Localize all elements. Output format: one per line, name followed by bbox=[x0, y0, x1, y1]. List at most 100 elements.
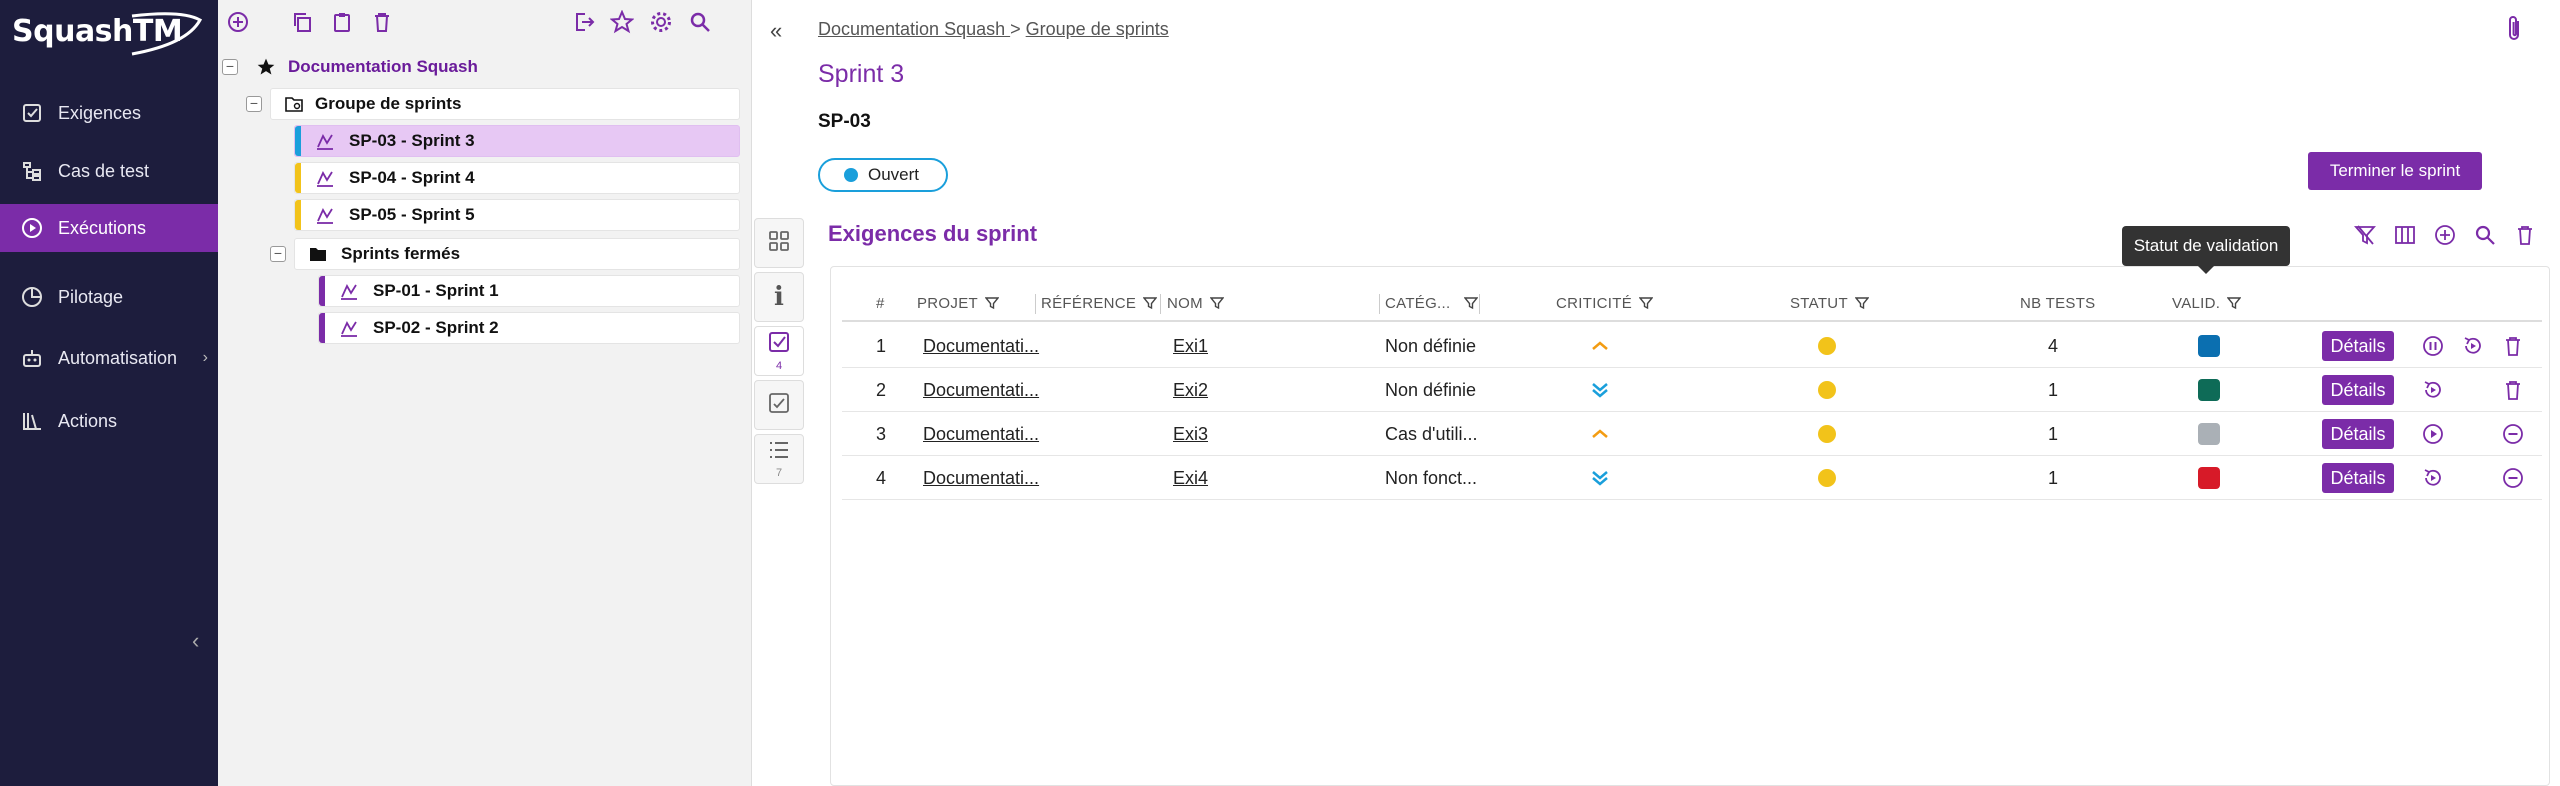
column-header-nb-tests[interactable]: NB TESTS bbox=[2020, 286, 2095, 320]
project-link[interactable]: Documentati... bbox=[923, 368, 1039, 412]
clear-filters-icon[interactable] bbox=[2352, 222, 2378, 248]
tree-folder-closed-sprints[interactable]: Sprints fermés bbox=[294, 238, 740, 270]
requirement-name-link[interactable]: Exi3 bbox=[1173, 412, 1208, 456]
column-separator[interactable] bbox=[1160, 294, 1161, 314]
column-header-project[interactable]: PROJET bbox=[917, 286, 999, 320]
attachment-icon[interactable] bbox=[2502, 14, 2526, 49]
copy-icon[interactable] bbox=[288, 8, 316, 36]
play-icon[interactable] bbox=[2422, 423, 2444, 445]
table-row[interactable]: 4 Documentati... Exi4 Non fonct... 1 Dét… bbox=[842, 456, 2542, 500]
requirement-name-link[interactable]: Exi4 bbox=[1173, 456, 1208, 500]
details-button[interactable]: Détails bbox=[2322, 419, 2394, 449]
sprint-status-badge[interactable]: Ouvert bbox=[818, 158, 948, 192]
filter-icon[interactable] bbox=[2227, 296, 2242, 310]
column-header-name[interactable]: NOM bbox=[1167, 286, 1224, 320]
criticality-minor-icon bbox=[1590, 456, 1610, 500]
nav-item-cas-de-test[interactable]: Cas de test bbox=[0, 147, 218, 195]
delete-icon[interactable] bbox=[2502, 335, 2524, 357]
column-separator[interactable] bbox=[1379, 294, 1380, 314]
project-link[interactable]: Documentati... bbox=[923, 412, 1039, 456]
details-button[interactable]: Détails bbox=[2322, 463, 2394, 493]
breadcrumb: Documentation Squash > Groupe de sprints bbox=[818, 19, 1169, 40]
collapse-toggle[interactable]: − bbox=[222, 59, 238, 75]
column-header-num[interactable]: # bbox=[876, 286, 885, 320]
filter-icon[interactable] bbox=[984, 296, 999, 310]
search-icon[interactable] bbox=[2472, 222, 2498, 248]
star-icon[interactable] bbox=[608, 8, 636, 36]
remove-circle-icon[interactable] bbox=[2502, 423, 2524, 445]
validation-status-swatch bbox=[2198, 467, 2220, 489]
tree-folder-label: Groupe de sprints bbox=[315, 94, 462, 113]
filter-icon[interactable] bbox=[1464, 296, 1479, 310]
validation-status[interactable] bbox=[2198, 456, 2220, 500]
tab-requirements[interactable]: 4 bbox=[754, 326, 804, 376]
status-indicator bbox=[1818, 368, 1836, 412]
tree-sprint-sp01[interactable]: SP-01 - Sprint 1 bbox=[318, 275, 740, 307]
delete-icon[interactable] bbox=[2502, 379, 2524, 401]
restart-icon[interactable] bbox=[2422, 467, 2444, 489]
validation-status[interactable] bbox=[2198, 324, 2220, 368]
paste-icon[interactable] bbox=[328, 8, 356, 36]
details-button[interactable]: Détails bbox=[2322, 331, 2394, 361]
column-header-reference[interactable]: RÉFÉRENCE bbox=[1041, 286, 1158, 320]
column-separator[interactable] bbox=[1035, 294, 1036, 314]
delete-icon[interactable] bbox=[368, 8, 396, 36]
category-value: Non définie bbox=[1385, 335, 1477, 356]
column-header-status[interactable]: STATUT bbox=[1790, 286, 1869, 320]
table-row[interactable]: 3 Documentati... Exi3 Cas d'utili... 1 D… bbox=[842, 412, 2542, 456]
columns-icon[interactable] bbox=[2392, 222, 2418, 248]
delete-icon[interactable] bbox=[2512, 222, 2538, 248]
column-header-validation[interactable]: VALID. bbox=[2172, 286, 2242, 320]
tree-sprint-sp02[interactable]: SP-02 - Sprint 2 bbox=[318, 312, 740, 344]
requirement-name-link[interactable]: Exi1 bbox=[1173, 324, 1208, 368]
tab-checklist[interactable] bbox=[754, 380, 804, 430]
collapse-nav-chevron-icon[interactable]: ‹ bbox=[192, 628, 199, 654]
status-indicator bbox=[1818, 324, 1836, 368]
tree-sprint-sp04[interactable]: SP-04 - Sprint 4 bbox=[294, 162, 740, 194]
nav-item-automatisation[interactable]: Automatisation › bbox=[0, 334, 218, 382]
gear-icon[interactable] bbox=[647, 8, 675, 36]
filter-icon[interactable] bbox=[1143, 296, 1158, 310]
details-button[interactable]: Détails bbox=[2322, 375, 2394, 405]
remove-circle-icon[interactable] bbox=[2502, 467, 2524, 489]
export-icon[interactable] bbox=[570, 8, 598, 36]
sprint-label: SP-01 - Sprint 1 bbox=[373, 281, 499, 300]
table-row[interactable]: 1 Documentati... Exi1 Non définie 4 Déta… bbox=[842, 324, 2542, 368]
close-sprint-button[interactable]: Terminer le sprint bbox=[2308, 152, 2482, 190]
project-link[interactable]: Documentati... bbox=[923, 324, 1039, 368]
filter-icon[interactable] bbox=[1854, 296, 1869, 310]
table-row[interactable]: 2 Documentati... Exi2 Non définie 1 Déta… bbox=[842, 368, 2542, 412]
nav-item-actions[interactable]: Actions bbox=[0, 397, 218, 445]
column-header-label: VALID. bbox=[2172, 294, 2221, 312]
nav-item-executions[interactable]: Exécutions bbox=[0, 204, 218, 252]
tab-list[interactable]: 7 bbox=[754, 434, 804, 484]
column-header-category[interactable]: CATÉG... bbox=[1385, 286, 1479, 320]
collapse-toggle[interactable]: − bbox=[270, 246, 286, 262]
nav-item-exigences[interactable]: Exigences bbox=[0, 89, 218, 137]
filter-icon[interactable] bbox=[1209, 296, 1224, 310]
tree-root-project[interactable]: Documentation Squash bbox=[256, 51, 478, 83]
add-circle-icon[interactable] bbox=[224, 8, 252, 36]
nav-item-pilotage[interactable]: Pilotage bbox=[0, 273, 218, 321]
column-header-criticality[interactable]: CRITICITÉ bbox=[1556, 286, 1654, 320]
breadcrumb-project-link[interactable]: Documentation Squash bbox=[818, 19, 1010, 39]
collapse-tree-icon[interactable]: « bbox=[770, 18, 782, 44]
tree-sprint-sp05[interactable]: SP-05 - Sprint 5 bbox=[294, 199, 740, 231]
collapse-toggle[interactable]: − bbox=[246, 96, 262, 112]
tree-folder-sprint-group[interactable]: Groupe de sprints bbox=[270, 88, 740, 120]
search-icon[interactable] bbox=[686, 8, 714, 36]
breadcrumb-folder-link[interactable]: Groupe de sprints bbox=[1026, 19, 1169, 39]
requirement-name-link[interactable]: Exi2 bbox=[1173, 368, 1208, 412]
validation-status[interactable] bbox=[2198, 412, 2220, 456]
restart-icon[interactable] bbox=[2422, 379, 2444, 401]
column-separator[interactable] bbox=[1479, 294, 1480, 314]
tree-sprint-sp03[interactable]: SP-03 - Sprint 3 bbox=[294, 125, 740, 157]
filter-icon[interactable] bbox=[1639, 296, 1654, 310]
pause-icon[interactable] bbox=[2422, 335, 2444, 357]
restart-icon[interactable] bbox=[2462, 335, 2484, 357]
project-link[interactable]: Documentati... bbox=[923, 456, 1039, 500]
tab-information[interactable]: i bbox=[754, 272, 804, 322]
tab-dashboard[interactable] bbox=[754, 218, 804, 268]
add-circle-icon[interactable] bbox=[2432, 222, 2458, 248]
validation-status[interactable] bbox=[2198, 368, 2220, 412]
